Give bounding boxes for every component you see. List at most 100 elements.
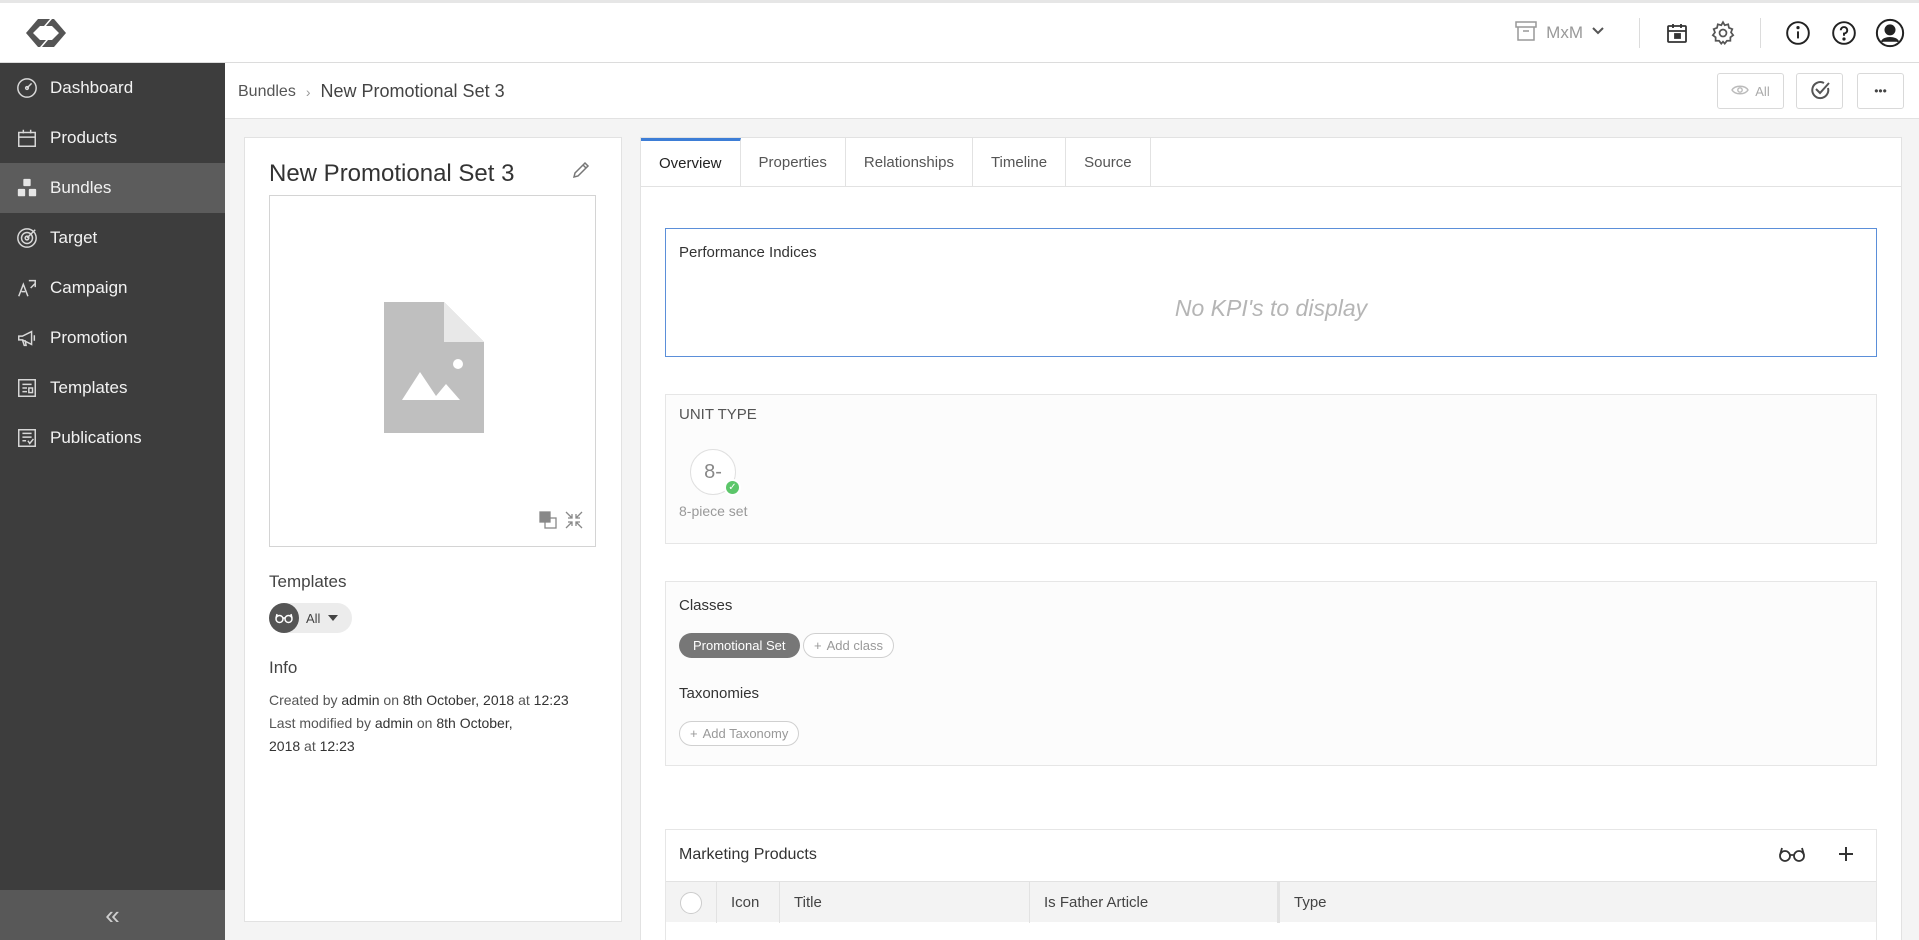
column-icon[interactable]: Icon	[717, 882, 780, 923]
products-icon	[14, 125, 40, 151]
top-bar: MxM	[0, 0, 1919, 63]
logo-icon[interactable]	[22, 13, 70, 53]
view-all-label: All	[1755, 83, 1770, 99]
info-icon[interactable]	[1783, 18, 1813, 48]
chevron-down-icon	[1591, 23, 1605, 43]
column-type[interactable]: Type	[1280, 882, 1876, 923]
tab-source[interactable]: Source	[1066, 138, 1151, 186]
glasses-icon[interactable]	[1778, 844, 1806, 869]
double-chevron-left-icon: «	[105, 899, 120, 930]
collapse-arrows-icon[interactable]	[565, 511, 583, 534]
classes-panel: Classes Promotional Set + Add class Taxo…	[665, 581, 1877, 766]
tab-bar: Overview Properties Relationships Timeli…	[641, 138, 1901, 187]
image-swap-icon[interactable]	[539, 511, 557, 534]
sidebar-item-dashboard[interactable]: Dashboard	[0, 63, 225, 113]
tab-properties[interactable]: Properties	[741, 138, 846, 186]
sidebar-item-label: Products	[50, 128, 118, 147]
created-time: 12:23	[533, 692, 569, 708]
column-title[interactable]: Title	[780, 882, 1030, 923]
collapse-sidebar-button[interactable]: «	[0, 890, 225, 940]
sidebar-item-campaign[interactable]: Campaign	[0, 263, 225, 313]
glasses-icon	[269, 603, 299, 633]
classes-title: Classes	[679, 597, 733, 614]
caret-down-icon	[328, 615, 339, 621]
select-all-checkbox[interactable]	[666, 882, 717, 923]
sidebar-item-products[interactable]: Products	[0, 113, 225, 163]
unit-type-label: 8-piece set	[679, 503, 748, 519]
bundle-image[interactable]	[269, 195, 596, 547]
plus-icon: +	[814, 638, 822, 653]
view-all-button[interactable]: All	[1717, 73, 1784, 109]
sidebar-item-label: Target	[50, 228, 98, 247]
calendar-box-icon[interactable]	[1662, 18, 1692, 48]
unit-type-title: UNIT TYPE	[679, 406, 757, 423]
templates-filter-dropdown[interactable]: All	[269, 603, 352, 633]
divider	[1639, 18, 1640, 48]
kpi-empty-message: No KPI's to display	[1174, 295, 1368, 321]
divider	[1760, 18, 1761, 48]
modified-user: admin	[374, 715, 413, 731]
created-user: admin	[341, 692, 380, 708]
publications-icon	[14, 425, 40, 451]
marketing-products-table-header: Icon Title Is Father Article Type	[666, 881, 1876, 923]
breadcrumb-bar: Bundles › New Promotional Set 3 All •••	[225, 63, 1919, 119]
gear-icon[interactable]	[1708, 18, 1738, 48]
bundle-summary-card: New Promotional Set 3 Templates All Info…	[244, 137, 622, 922]
sidebar-item-label: Campaign	[50, 278, 128, 297]
modified-info: Last modified by admin on 8th October, 2…	[269, 715, 513, 754]
more-button[interactable]: •••	[1857, 73, 1904, 109]
breadcrumb-parent[interactable]: Bundles	[238, 83, 296, 101]
add-taxonomy-button[interactable]: + Add Taxonomy	[679, 721, 800, 746]
main-content: Overview Properties Relationships Timeli…	[640, 137, 1902, 940]
add-class-button[interactable]: + Add class	[803, 633, 894, 658]
sidebar-item-bundles[interactable]: Bundles	[0, 163, 225, 213]
performance-indices-title: Performance Indices	[679, 244, 817, 261]
sidebar-item-target[interactable]: Target	[0, 213, 225, 263]
approve-button[interactable]	[1796, 73, 1843, 109]
modified-time: 12:23	[319, 738, 355, 754]
breadcrumb-separator: ›	[305, 83, 311, 100]
sidebar-item-label: Publications	[50, 428, 142, 447]
dashboard-icon	[14, 75, 40, 101]
sidebar-item-label: Promotion	[50, 328, 128, 347]
tab-timeline[interactable]: Timeline	[973, 138, 1067, 186]
user-icon[interactable]	[1875, 18, 1905, 48]
breadcrumb: Bundles › New Promotional Set 3	[238, 81, 505, 102]
templates-icon	[14, 375, 40, 401]
megaphone-icon	[14, 325, 40, 351]
pencil-icon[interactable]	[571, 160, 591, 185]
image-placeholder-icon	[384, 302, 484, 438]
tab-overview[interactable]: Overview	[641, 138, 741, 186]
tab-relationships[interactable]: Relationships	[846, 138, 973, 186]
sidebar-item-label: Bundles	[50, 178, 112, 197]
check-circle-icon	[1808, 78, 1832, 105]
sidebar-item-promotion[interactable]: Promotion	[0, 313, 225, 363]
unit-type-panel: UNIT TYPE 8- ✓ 8-piece set	[665, 394, 1877, 544]
store-label: MxM	[1546, 23, 1583, 42]
add-class-label: Add class	[826, 638, 883, 653]
target-icon	[14, 225, 40, 251]
performance-indices-panel: Performance Indices No KPI's to display	[665, 228, 1877, 357]
taxonomies-title: Taxonomies	[679, 685, 760, 702]
add-taxonomy-label: Add Taxonomy	[702, 726, 789, 741]
sidebar: Dashboard Products Bundles Target Campai…	[0, 63, 225, 940]
more-icon: •••	[1874, 84, 1887, 98]
class-chip[interactable]: Promotional Set	[679, 633, 800, 658]
bundle-title: New Promotional Set 3	[269, 160, 515, 187]
check-icon: ✓	[724, 479, 741, 496]
campaign-icon	[14, 275, 40, 301]
created-info: Created by admin on 8th October, 2018 at…	[269, 692, 569, 708]
help-icon[interactable]	[1829, 18, 1859, 48]
sidebar-item-label: Dashboard	[50, 78, 134, 97]
sidebar-item-templates[interactable]: Templates	[0, 363, 225, 413]
store-selector[interactable]: MxM	[1514, 19, 1605, 48]
marketing-products-title: Marketing Products	[679, 846, 817, 863]
eye-icon	[1731, 84, 1750, 99]
info-heading: Info	[269, 658, 298, 677]
column-is-father-article[interactable]: Is Father Article	[1030, 882, 1280, 923]
sidebar-item-publications[interactable]: Publications	[0, 413, 225, 463]
bundles-icon	[14, 175, 40, 201]
add-icon[interactable]	[1836, 844, 1856, 869]
sidebar-item-label: Templates	[50, 378, 128, 397]
marketing-products-panel: Marketing Products Icon Title Is Father …	[665, 829, 1877, 940]
